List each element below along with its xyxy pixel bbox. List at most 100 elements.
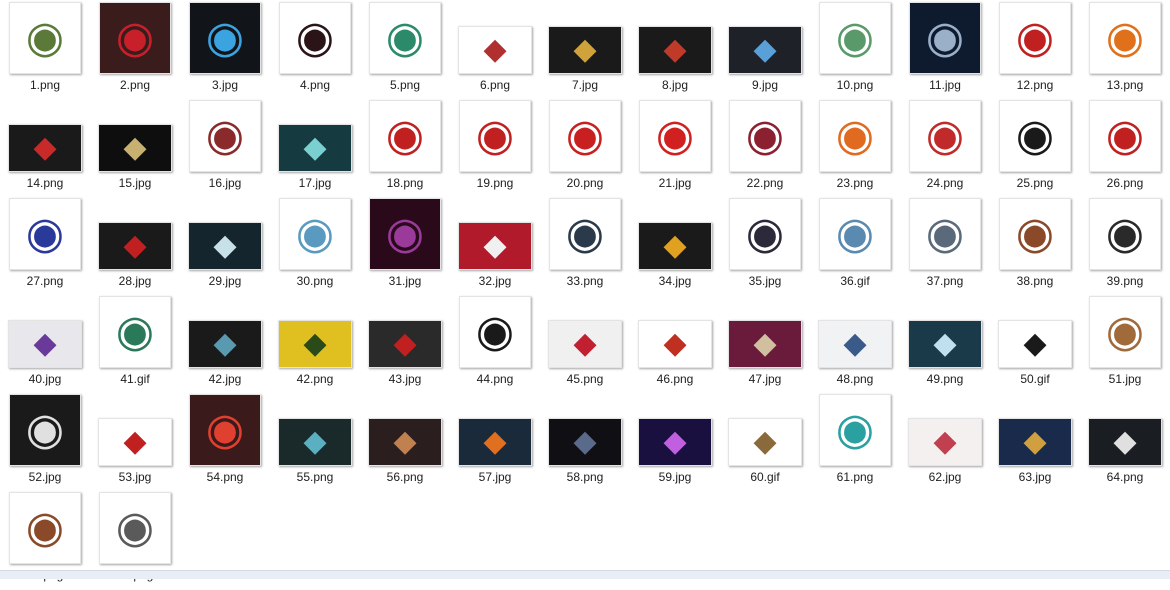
file-item[interactable]: ◉ 22.png xyxy=(720,100,810,198)
file-thumbnail[interactable]: ◉ xyxy=(99,492,171,564)
file-item[interactable]: ◉ 1.png xyxy=(0,2,90,100)
file-item[interactable]: ◉ 21.jpg xyxy=(630,100,720,198)
file-item[interactable]: ◆ 43.jpg xyxy=(360,296,450,394)
file-item[interactable]: ◆ 6.png xyxy=(450,2,540,100)
file-item[interactable]: ◆ 58.png xyxy=(540,394,630,492)
file-thumbnail[interactable]: ◉ xyxy=(819,100,891,172)
file-item[interactable]: ◆ 46.png xyxy=(630,296,720,394)
file-thumbnail[interactable]: ◉ xyxy=(279,198,351,270)
file-item[interactable]: ◆ 64.png xyxy=(1080,394,1170,492)
file-thumbnail[interactable]: ◉ xyxy=(819,394,891,466)
file-item[interactable]: ◉ 5.png xyxy=(360,2,450,100)
file-item[interactable]: ◆ 62.jpg xyxy=(900,394,990,492)
file-item[interactable]: ◆ 29.jpg xyxy=(180,198,270,296)
file-thumbnail[interactable]: ◆ xyxy=(818,320,892,368)
file-item[interactable]: ◆ 8.jpg xyxy=(630,2,720,100)
file-item[interactable]: ◆ 42.jpg xyxy=(180,296,270,394)
file-item[interactable]: ◉ 13.png xyxy=(1080,2,1170,100)
file-thumbnail[interactable]: ◆ xyxy=(728,418,802,466)
file-item[interactable]: ◆ 56.png xyxy=(360,394,450,492)
file-thumbnail[interactable]: ◉ xyxy=(639,100,711,172)
file-thumbnail[interactable]: ◉ xyxy=(729,198,801,270)
file-thumbnail[interactable]: ◉ xyxy=(189,394,261,466)
file-thumbnail[interactable]: ◆ xyxy=(548,26,622,74)
file-thumbnail[interactable]: ◆ xyxy=(638,222,712,270)
file-thumbnail[interactable]: ◉ xyxy=(369,2,441,74)
file-item[interactable]: ◆ 53.jpg xyxy=(90,394,180,492)
file-thumbnail[interactable]: ◉ xyxy=(279,2,351,74)
file-thumbnail[interactable]: ◉ xyxy=(9,394,81,466)
file-item[interactable]: ◆ 57.jpg xyxy=(450,394,540,492)
file-thumbnail[interactable]: ◉ xyxy=(9,2,81,74)
file-thumbnail[interactable]: ◆ xyxy=(278,124,352,172)
file-item[interactable]: ◆ 42.png xyxy=(270,296,360,394)
file-thumbnail[interactable]: ◆ xyxy=(638,320,712,368)
file-thumbnail[interactable]: ◆ xyxy=(728,26,802,74)
file-item[interactable]: ◉ 35.jpg xyxy=(720,198,810,296)
file-item[interactable]: ◉ 36.gif xyxy=(810,198,900,296)
file-thumbnail[interactable]: ◆ xyxy=(278,418,352,466)
file-thumbnail[interactable]: ◆ xyxy=(908,418,982,466)
file-thumbnail[interactable]: ◆ xyxy=(998,418,1072,466)
file-thumbnail[interactable]: ◉ xyxy=(909,100,981,172)
file-item[interactable]: ◉ 52.jpg xyxy=(0,394,90,492)
file-thumbnail[interactable]: ◉ xyxy=(819,2,891,74)
file-item[interactable]: ◉ 41.gif xyxy=(90,296,180,394)
file-item[interactable]: ◉ 25.png xyxy=(990,100,1080,198)
file-thumbnail[interactable]: ◉ xyxy=(189,2,261,74)
file-item[interactable]: ◆ 47.jpg xyxy=(720,296,810,394)
file-item[interactable]: ◉ 11.jpg xyxy=(900,2,990,100)
file-item[interactable]: ◉ 12.png xyxy=(990,2,1080,100)
file-item[interactable]: ◆ 34.jpg xyxy=(630,198,720,296)
file-thumbnail[interactable]: ◉ xyxy=(1089,100,1161,172)
file-thumbnail[interactable]: ◆ xyxy=(278,320,352,368)
file-item[interactable]: ◆ 15.jpg xyxy=(90,100,180,198)
file-thumbnail[interactable]: ◉ xyxy=(549,100,621,172)
file-thumbnail[interactable]: ◆ xyxy=(638,26,712,74)
file-thumbnail[interactable]: ◉ xyxy=(819,198,891,270)
file-thumbnail[interactable]: ◆ xyxy=(458,418,532,466)
file-thumbnail[interactable]: ◉ xyxy=(999,100,1071,172)
file-item[interactable]: ◆ 7.jpg xyxy=(540,2,630,100)
file-item[interactable]: ◉ 23.png xyxy=(810,100,900,198)
file-thumbnail[interactable]: ◆ xyxy=(548,320,622,368)
file-item[interactable]: ◉ 31.jpg xyxy=(360,198,450,296)
file-item[interactable]: ◉ 10.png xyxy=(810,2,900,100)
file-thumbnail[interactable]: ◆ xyxy=(728,320,802,368)
file-item[interactable]: ◉ 39.png xyxy=(1080,198,1170,296)
file-thumbnail[interactable]: ◉ xyxy=(9,198,81,270)
file-thumbnail[interactable]: ◆ xyxy=(368,418,442,466)
file-item[interactable]: ◆ 63.jpg xyxy=(990,394,1080,492)
file-item[interactable]: ◉ 26.png xyxy=(1080,100,1170,198)
file-thumbnail[interactable]: ◉ xyxy=(909,198,981,270)
file-item[interactable]: ◉ 54.png xyxy=(180,394,270,492)
file-item[interactable]: ◆ 9.jpg xyxy=(720,2,810,100)
file-thumbnail[interactable]: ◉ xyxy=(1089,198,1161,270)
file-item[interactable]: ◉ 44.png xyxy=(450,296,540,394)
file-item[interactable]: ◉ 4.png xyxy=(270,2,360,100)
file-item[interactable]: ◉ 30.png xyxy=(270,198,360,296)
file-thumbnail[interactable]: ◆ xyxy=(458,26,532,74)
file-thumbnail[interactable]: ◉ xyxy=(459,100,531,172)
file-thumbnail[interactable]: ◆ xyxy=(8,320,82,368)
file-item[interactable]: ◆ 40.jpg xyxy=(0,296,90,394)
file-thumbnail[interactable]: ◉ xyxy=(99,2,171,74)
file-thumbnail[interactable]: ◉ xyxy=(369,100,441,172)
file-item[interactable]: ◉ 51.jpg xyxy=(1080,296,1170,394)
file-thumbnail[interactable]: ◆ xyxy=(458,222,532,270)
file-item[interactable]: ◆ 48.png xyxy=(810,296,900,394)
file-item[interactable]: ◉ 38.png xyxy=(990,198,1080,296)
file-item[interactable]: ◉ 19.png xyxy=(450,100,540,198)
file-thumbnail[interactable]: ◉ xyxy=(729,100,801,172)
file-thumbnail[interactable]: ◉ xyxy=(9,492,81,564)
file-item[interactable]: ◉ 16.jpg xyxy=(180,100,270,198)
file-thumbnail[interactable]: ◆ xyxy=(368,320,442,368)
file-thumbnail[interactable]: ◆ xyxy=(548,418,622,466)
file-item[interactable]: ◉ 37.png xyxy=(900,198,990,296)
file-item[interactable]: ◆ 50.gif xyxy=(990,296,1080,394)
file-thumbnail[interactable]: ◆ xyxy=(1088,418,1162,466)
file-thumbnail[interactable]: ◆ xyxy=(8,124,82,172)
file-item[interactable]: ◉ 61.png xyxy=(810,394,900,492)
file-thumbnail[interactable]: ◆ xyxy=(98,418,172,466)
file-thumbnail[interactable]: ◉ xyxy=(1089,2,1161,74)
